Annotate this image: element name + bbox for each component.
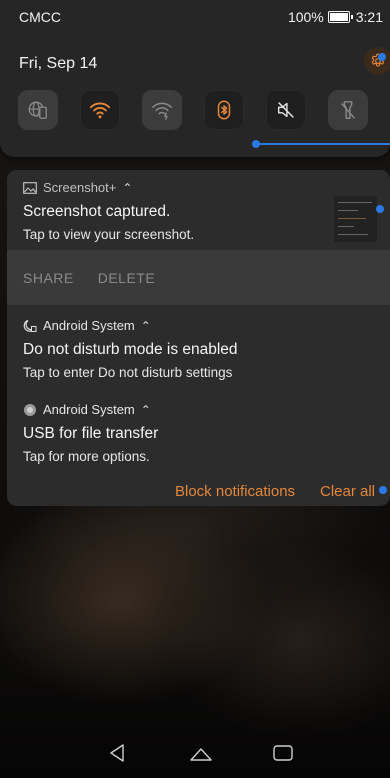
usb-notification[interactable]: Android System ⌃ USB for file transfer T…	[23, 402, 158, 464]
usb-app-name: Android System	[43, 402, 135, 417]
chevron-up-icon: ⌃	[122, 180, 133, 195]
screenshot-app-name: Screenshot+	[43, 180, 117, 195]
chevron-up-icon: ⌃	[140, 318, 151, 333]
block-notifications-button[interactable]: Block notifications	[175, 483, 295, 500]
screenshot-notification[interactable]: Screenshot+ ⌃ Screenshot captured. Tap t…	[7, 170, 390, 250]
tile-wifi[interactable]	[80, 90, 120, 130]
tile-sound[interactable]	[266, 90, 306, 130]
usb-text: Tap for more options.	[23, 449, 150, 464]
gear-handle-dot[interactable]	[378, 53, 386, 61]
screenshot-actions: SHARE DELETE	[7, 250, 390, 305]
screenshot-thumbnail[interactable]	[334, 196, 377, 242]
screenshot-text: Tap to view your screenshot.	[23, 227, 195, 242]
recents-button[interactable]	[263, 728, 303, 778]
battery-icon	[327, 11, 353, 23]
home-icon	[190, 748, 212, 761]
notification-shade: CMCC 100% 3:21 Fri, Sep 14 Screenshot+ ⌃…	[0, 0, 390, 778]
home-button[interactable]	[181, 728, 221, 778]
tile-hotspot[interactable]	[142, 90, 182, 130]
battery-percent: 100%	[287, 9, 324, 25]
dnd-app-row: Android System ⌃	[23, 318, 238, 333]
status-right: 100% 3:21	[288, 9, 383, 25]
wifi-hotspot-icon	[152, 102, 172, 120]
flashlight-icon	[341, 101, 355, 119]
recents-icon	[273, 745, 293, 761]
screenshot-title: Screenshot captured.	[23, 203, 171, 220]
tile-mobile-data[interactable]	[18, 90, 58, 130]
delete-button[interactable]: DELETE	[98, 270, 155, 286]
navigation-bar	[0, 728, 390, 778]
brightness-slider-handle[interactable]	[252, 140, 260, 148]
dnd-app-name: Android System	[43, 318, 135, 333]
mobile-data-icon	[28, 101, 47, 119]
usb-title: USB for file transfer	[23, 425, 159, 442]
usb-app-row: Android System ⌃	[23, 402, 158, 417]
bluetooth-icon	[217, 100, 231, 120]
footer-handle-dot[interactable]	[379, 486, 387, 494]
dnd-title: Do not disturb mode is enabled	[23, 341, 238, 358]
screenshot-app-row: Screenshot+ ⌃	[23, 180, 194, 195]
tile-bluetooth[interactable]	[204, 90, 244, 130]
clear-all-button[interactable]: Clear all	[320, 483, 375, 500]
date-label: Fri, Sep 14	[19, 55, 98, 72]
status-bar: CMCC 100% 3:21	[19, 9, 383, 27]
quick-tiles-row	[18, 90, 368, 130]
chevron-up-icon: ⌃	[140, 402, 151, 417]
dnd-notification[interactable]: Android System ⌃ Do not disturb mode is …	[23, 318, 238, 380]
carrier-label: CMCC	[19, 9, 61, 25]
notification-card: Screenshot+ ⌃ Screenshot captured. Tap t…	[7, 170, 390, 506]
sound-off-icon	[277, 102, 294, 118]
quick-settings-panel: CMCC 100% 3:21 Fri, Sep 14	[0, 0, 390, 157]
back-button[interactable]	[97, 728, 137, 778]
brightness-slider-track[interactable]	[256, 143, 390, 145]
dnd-text: Tap to enter Do not disturb settings	[23, 365, 233, 380]
settings-gear-button[interactable]	[364, 47, 390, 75]
share-button[interactable]: SHARE	[23, 270, 74, 286]
moon-icon	[23, 319, 37, 332]
image-icon	[23, 181, 37, 194]
tile-flashlight[interactable]	[328, 90, 368, 130]
clock: 3:21	[355, 9, 383, 25]
back-icon	[110, 744, 124, 762]
notification-handle-dot[interactable]	[376, 205, 384, 213]
android-system-icon	[24, 403, 36, 416]
wifi-icon	[89, 102, 111, 119]
